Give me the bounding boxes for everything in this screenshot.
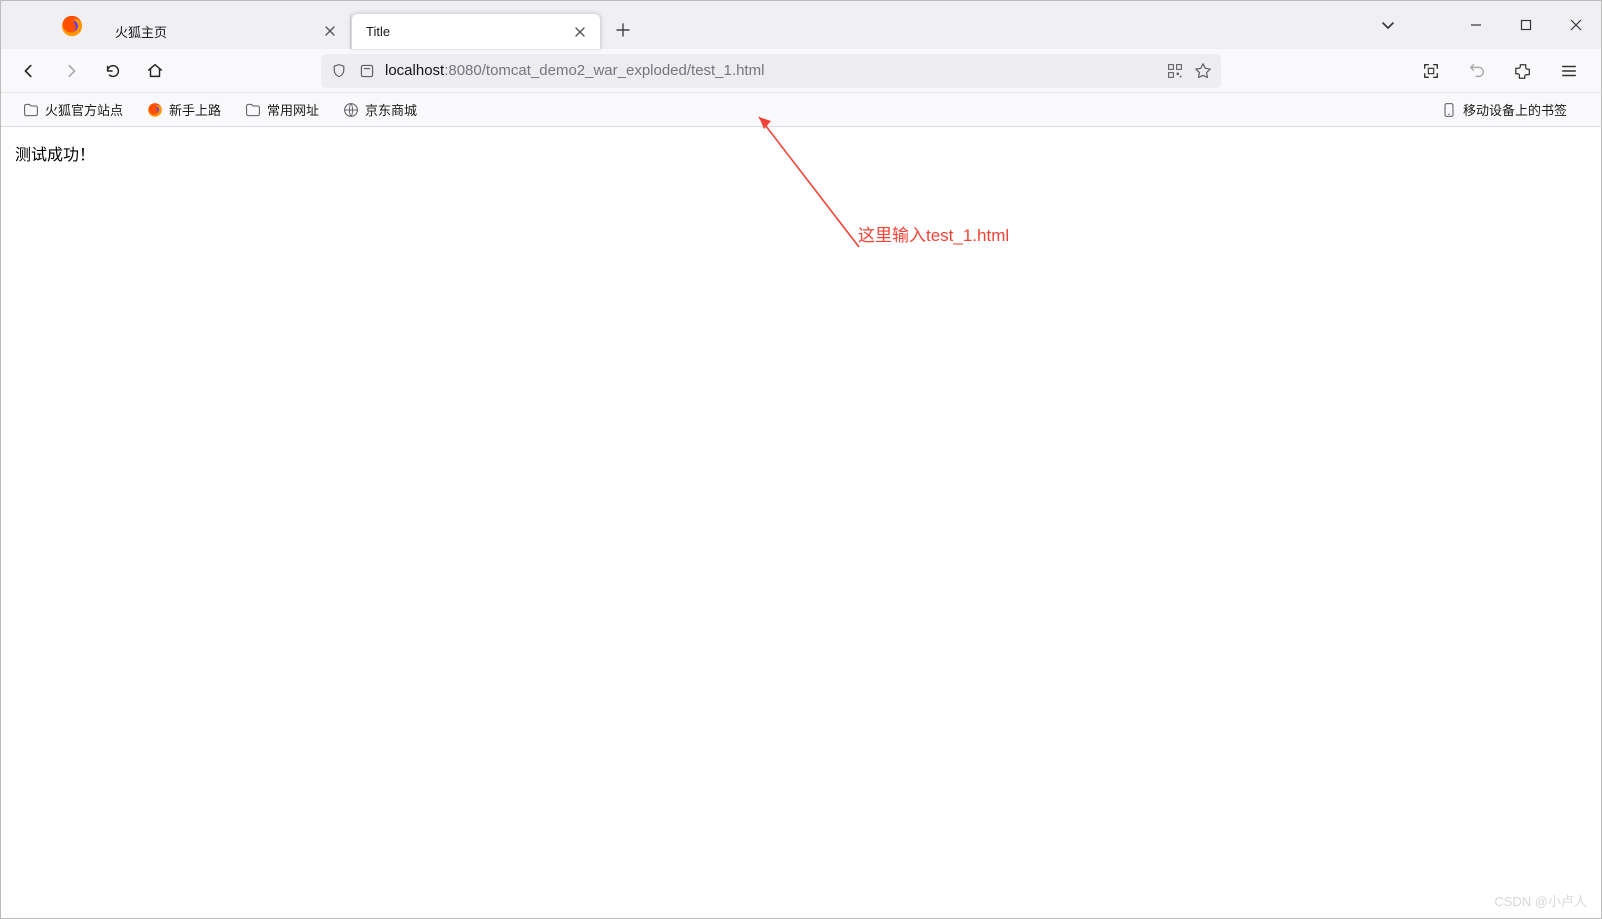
window-maximize-button[interactable]	[1501, 5, 1551, 45]
window-controls	[1370, 1, 1601, 49]
url-host: localhost	[385, 62, 444, 79]
tab-title[interactable]: Title	[351, 13, 601, 49]
qr-code-icon[interactable]	[1165, 63, 1185, 79]
reload-button[interactable]	[97, 55, 129, 87]
screenshot-button[interactable]	[1415, 55, 1447, 87]
back-button[interactable]	[13, 55, 45, 87]
app-menu-button[interactable]	[1553, 55, 1585, 87]
window-minimize-button[interactable]	[1451, 5, 1501, 45]
bookmark-label: 新手上路	[169, 100, 221, 119]
undo-button[interactable]	[1461, 55, 1493, 87]
close-tab-icon[interactable]	[570, 22, 590, 42]
window-close-button[interactable]	[1551, 5, 1601, 45]
tab-label: 火狐主页	[115, 22, 320, 41]
site-info-icon[interactable]	[357, 63, 377, 79]
tab-label: Title	[366, 24, 570, 39]
mobile-icon	[1441, 102, 1457, 118]
extensions-button[interactable]	[1507, 55, 1539, 87]
new-tab-button[interactable]	[607, 14, 639, 46]
folder-icon	[245, 102, 261, 118]
forward-button[interactable]	[55, 55, 87, 87]
navigation-toolbar: localhost:8080/tomcat_demo2_war_exploded…	[1, 49, 1601, 93]
globe-icon	[343, 102, 359, 118]
bookmark-item-common[interactable]: 常用网址	[239, 96, 325, 123]
tab-firefox-home[interactable]: 火狐主页	[101, 13, 351, 49]
firefox-favicon	[147, 102, 163, 118]
close-tab-icon[interactable]	[320, 21, 340, 41]
bookmark-label: 常用网址	[267, 100, 319, 119]
shield-icon[interactable]	[329, 63, 349, 79]
tabs-container: 火狐主页 Title	[101, 13, 639, 49]
mobile-bookmarks-button[interactable]: 移动设备上的书签	[1435, 96, 1573, 123]
bookmark-item-jd[interactable]: 京东商城	[337, 96, 423, 123]
page-body-text: 测试成功！	[15, 141, 1587, 165]
bookmarks-bar: 火狐官方站点 新手上路 常用网址 京东商城 移动设备上的书签	[1, 93, 1601, 127]
url-bar[interactable]: localhost:8080/tomcat_demo2_war_exploded…	[321, 54, 1221, 88]
browser-window: 火狐主页 Title	[0, 0, 1602, 919]
home-button[interactable]	[139, 55, 171, 87]
bookmark-label: 京东商城	[365, 100, 417, 119]
annotation-text: 这里输入test_1.html	[858, 221, 1009, 246]
firefox-app-icon	[61, 15, 83, 37]
bookmark-item-official[interactable]: 火狐官方站点	[17, 96, 129, 123]
bookmark-item-gettingstarted[interactable]: 新手上路	[141, 96, 227, 123]
watermark: CSDN @小卢人	[1494, 891, 1587, 910]
folder-icon	[23, 102, 39, 118]
tab-strip: 火狐主页 Title	[1, 1, 1601, 49]
list-tabs-button[interactable]	[1370, 7, 1406, 43]
bookmark-label: 火狐官方站点	[45, 100, 123, 119]
url-path: :8080/tomcat_demo2_war_exploded/test_1.h…	[444, 62, 764, 79]
page-content: 测试成功！ 这里输入test_1.html	[1, 127, 1601, 918]
toolbar-right	[1415, 55, 1589, 87]
bookmark-label: 移动设备上的书签	[1463, 100, 1567, 119]
url-text: localhost:8080/tomcat_demo2_war_exploded…	[385, 62, 1157, 79]
bookmark-star-icon[interactable]	[1193, 62, 1213, 80]
